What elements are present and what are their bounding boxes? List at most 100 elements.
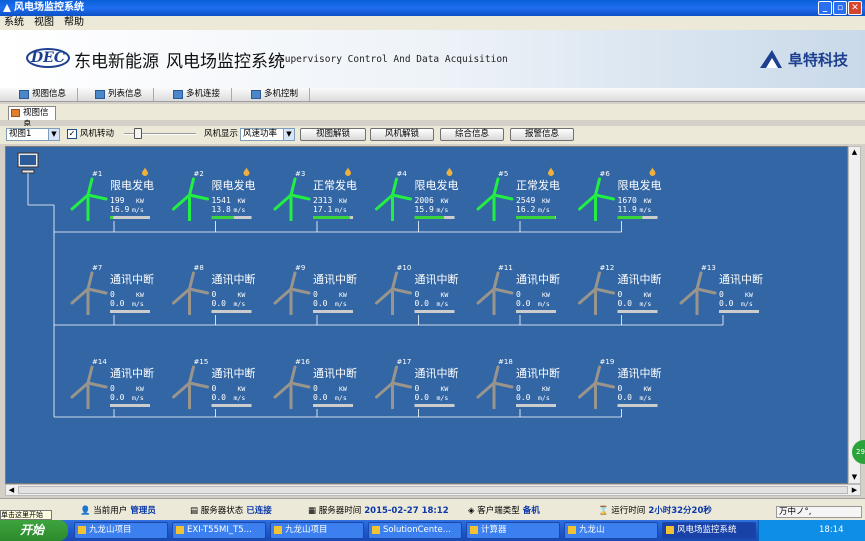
close-button[interactable]: ✕ — [848, 1, 862, 15]
summary-info-button[interactable]: 综合信息 — [440, 128, 504, 141]
turbine-online-icon — [273, 177, 311, 221]
scroll-down-icon[interactable]: ▼ — [849, 472, 860, 483]
maximize-button[interactable]: ▫ — [833, 1, 847, 15]
taskbar-item[interactable]: 计算器 — [466, 522, 560, 539]
turbine-state: 正常发电 — [313, 178, 357, 192]
multi-control-button[interactable]: 多机控制 — [248, 88, 310, 101]
turbine-15[interactable]: #15通讯中断 0 KW 0.0 m/s — [172, 358, 256, 409]
taskbar: 开始 九龙山项目 EXI-T55MI_T5... 九龙山项目 SolutionC… — [0, 520, 865, 541]
turbine-18[interactable]: #18通讯中断 0 KW 0.0 m/s — [476, 358, 560, 409]
turbine-14[interactable]: #14通讯中断 0 KW 0.0 m/s — [70, 358, 154, 409]
warning-drop-icon — [345, 167, 351, 176]
farm-view-canvas[interactable]: #1 限电发电 199 KW 16.9 m/s #2 限电发电 1541 KW 13.8 m/s #3 正… — [5, 146, 848, 484]
ime-toolbar[interactable]: 万中ノ°, — [776, 506, 862, 518]
blade — [172, 381, 191, 399]
menu-view[interactable]: 视图 — [34, 17, 54, 28]
turbine-state: 通讯中断 — [110, 366, 154, 380]
blade — [391, 271, 398, 291]
wind-unit: m/s — [741, 300, 753, 308]
rotate-speed-slider[interactable] — [124, 128, 196, 139]
turbine-offline-icon — [578, 365, 615, 409]
scroll-thumb[interactable] — [18, 486, 848, 494]
power-unit: KW — [136, 385, 144, 393]
view-unlock-button[interactable]: 视图解锁 — [300, 128, 366, 141]
scroll-right-icon[interactable]: ▶ — [849, 485, 860, 496]
load-bar — [211, 310, 252, 313]
turbine-wind: 0.0 — [212, 299, 227, 308]
turbine-12[interactable]: #12通讯中断 0 KW 0.0 m/s — [578, 264, 662, 315]
turbine-7[interactable]: #7 通讯中断 0 KW 0.0 m/s — [70, 264, 154, 315]
vertical-scrollbar[interactable]: ▲ ▼ — [848, 146, 861, 484]
status-user: 👤 当前用户 管理员 — [80, 506, 156, 516]
power-unit: KW — [644, 291, 652, 299]
menu-system[interactable]: 系统 — [4, 17, 24, 28]
turbine-offline-icon — [476, 365, 514, 409]
turbine-id: #2 — [194, 170, 204, 178]
turbine-state: 通讯中断 — [110, 272, 154, 286]
turbine-16[interactable]: #16通讯中断 0 KW 0.0 m/s — [273, 358, 357, 409]
display-select[interactable]: 风速功率 ▼ — [240, 128, 295, 141]
turbine-4[interactable]: #4 限电发电 2006 KW 15.9 m/s — [375, 167, 459, 221]
rotate-checkbox[interactable]: ✓ — [67, 129, 77, 139]
start-tooltip: 单击这里开始 — [0, 510, 52, 520]
turbine-unlock-button[interactable]: 风机解锁 — [370, 128, 434, 141]
drop — [345, 167, 351, 176]
turbine-8[interactable]: #8 通讯中断 0 KW 0.0 m/s — [172, 264, 256, 315]
turbine-wind: 16.2 — [516, 205, 535, 214]
turbine-19[interactable]: #19通讯中断 0 KW 0.0 m/s — [578, 358, 662, 409]
taskbar-item-active[interactable]: 风电场监控系统 — [662, 522, 756, 539]
blade — [391, 381, 412, 389]
turbine-offline-icon — [375, 365, 412, 409]
turbine-2[interactable]: #2 限电发电 1541 KW 13.8 m/s — [172, 167, 256, 221]
turbine-power: 0 — [719, 290, 724, 299]
start-button[interactable]: 开始 — [0, 520, 68, 541]
taskbar-item[interactable]: 九龙山项目 — [270, 522, 364, 539]
turbine-17[interactable]: #17通讯中断 0 KW 0.0 m/s — [375, 358, 459, 409]
power-unit: KW — [238, 291, 246, 299]
wind-unit: m/s — [234, 300, 246, 308]
scroll-left-icon[interactable]: ◀ — [6, 485, 17, 496]
blade — [188, 177, 195, 197]
power-unit: KW — [238, 385, 246, 393]
taskbar-item[interactable]: 九龙山 — [564, 522, 658, 539]
turbine-9[interactable]: #9 通讯中断 0 KW 0.0 m/s — [273, 264, 357, 315]
turbine-13[interactable]: #13通讯中断 0 KW 0.0 m/s — [679, 264, 763, 315]
view-select[interactable]: 视图1 ▼ — [6, 128, 60, 141]
turbine-id: #5 — [498, 170, 508, 178]
multi-connect-button[interactable]: 多机连接 — [170, 88, 232, 101]
power-unit: KW — [136, 197, 144, 205]
view-info-button[interactable]: 视图信息 — [16, 88, 78, 101]
drop — [649, 167, 656, 176]
scroll-up-icon[interactable]: ▲ — [849, 147, 860, 158]
taskbar-item[interactable]: 九龙山项目 — [74, 522, 168, 539]
turbine-state: 限电发电 — [212, 178, 256, 192]
taskbar-item[interactable]: SolutionCente... — [368, 522, 462, 539]
slider-handle[interactable] — [134, 128, 142, 139]
turbine-1[interactable]: #1 限电发电 199 KW 16.9 m/s — [70, 167, 154, 221]
turbine-id: #12 — [600, 264, 615, 272]
warning-drop-icon — [548, 167, 554, 176]
turbine-5[interactable]: #5 正常发电 2549 KW 16.2 m/s — [476, 167, 560, 221]
turbine-11[interactable]: #11通讯中断 0 KW 0.0 m/s — [476, 264, 560, 315]
alarm-info-button[interactable]: 报警信息 — [510, 128, 574, 141]
list-info-button[interactable]: 列表信息 — [92, 88, 154, 101]
power-unit: KW — [339, 197, 347, 205]
turbine-id: #9 — [295, 264, 305, 272]
wind-unit: m/s — [538, 300, 550, 308]
minimize-button[interactable]: _ — [818, 1, 832, 15]
blade — [679, 287, 699, 305]
turbine-10[interactable]: #10通讯中断 0 KW 0.0 m/s — [375, 264, 459, 315]
horizontal-scrollbar[interactable]: ◀ ▶ — [5, 484, 861, 496]
menu-help[interactable]: 帮助 — [64, 17, 84, 28]
server-icon: ▤ — [190, 506, 199, 516]
turbine-6[interactable]: #6 限电发电 1670 KW 11.9 m/s — [578, 167, 662, 221]
taskbar-item[interactable]: EXI-T55MI_T5... — [172, 522, 266, 539]
turbine-wind: 13.8 — [212, 205, 231, 214]
warning-drop-icon — [446, 167, 453, 176]
status-uptime: ⌛ 运行时间 2小时32分20秒 — [598, 506, 712, 516]
tab-view-info[interactable]: 视图信息 — [8, 106, 56, 130]
turbine-wind: 0.0 — [110, 393, 125, 402]
blade — [492, 381, 514, 389]
turbine-3[interactable]: #3 正常发电 2313 KW 17.1 m/s — [273, 167, 357, 221]
wind-unit: m/s — [640, 394, 652, 402]
